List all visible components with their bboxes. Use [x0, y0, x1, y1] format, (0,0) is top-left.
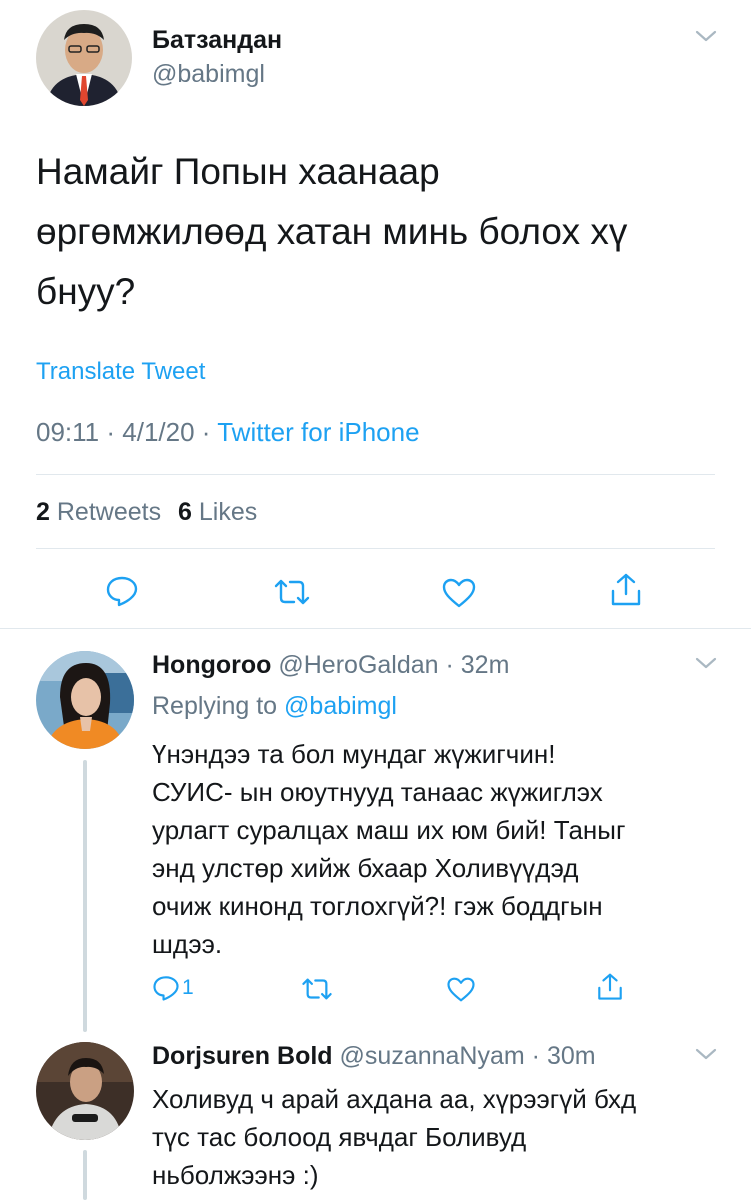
reply-text-line: урлагт суралцах маш их юм бий! Таныг	[152, 815, 626, 845]
thread-line	[83, 1150, 87, 1200]
reply-author-handle[interactable]: @suzannaNyam	[340, 1042, 525, 1070]
tweet-text-line: бнуу?	[36, 271, 136, 312]
reply-text: Холивуд ч арай ахдана аа, хүрээгүй бхд т…	[152, 1080, 636, 1194]
tweet-source-link[interactable]: Twitter for iPhone	[217, 417, 419, 447]
chevron-down-icon[interactable]	[694, 655, 718, 676]
avatar-image	[36, 1042, 134, 1140]
like-label: Likes	[198, 498, 258, 526]
tweet-text: Намайг Попын хаанаар өргөмжилөөд хатан м…	[36, 142, 627, 322]
reply-text-line: Холивуд ч арай ахдана аа, хүрээгүй бхд	[152, 1084, 637, 1114]
like-count: 6	[178, 498, 192, 526]
reply-count: 1	[182, 976, 194, 999]
like-icon	[442, 578, 476, 608]
author-avatar[interactable]	[36, 10, 132, 106]
share-button[interactable]	[609, 572, 643, 608]
reply-author-name[interactable]: Dorjsuren Bold	[152, 1042, 333, 1070]
reply-icon	[106, 576, 138, 607]
retweet-label: Retweets	[56, 498, 162, 526]
like-button[interactable]	[446, 976, 476, 1003]
like-stat[interactable]: 6 Likes	[178, 498, 257, 526]
reply-text-line: түс тас болоод явчдаг Боливуд	[152, 1122, 527, 1152]
reply-text: Үнэндээ та бол мундаг жүжигчин! СУИС- ын…	[152, 735, 625, 963]
reply-header: Dorjsuren Bold @suzannaNyam · 30m	[152, 1042, 596, 1070]
tweet-stats: 2 Retweets 6 Likes	[36, 498, 257, 527]
author-handle[interactable]: @babimgl	[152, 60, 265, 89]
reply-avatar[interactable]	[36, 651, 134, 749]
divider	[36, 474, 715, 475]
reply-button[interactable]: 1	[152, 974, 194, 1002]
reply-header: Hongoroo @HeroGaldan · 32m	[152, 651, 510, 679]
chevron-down-icon[interactable]	[694, 28, 718, 49]
reply-text-line: очиж кинонд тоглохгүй?! гэж боддгын	[152, 891, 603, 921]
reply-text-line: шдээ.	[152, 929, 223, 959]
replying-to: Replying to @babimgl	[152, 692, 397, 721]
retweet-count: 2	[36, 498, 50, 526]
reply-author-name[interactable]: Hongoroo	[152, 651, 271, 679]
thread-line	[83, 760, 87, 1032]
share-icon	[598, 973, 622, 1000]
like-button[interactable]	[441, 577, 477, 609]
tweet-meta: 09:11 · 4/1/20 · Twitter for iPhone	[36, 417, 420, 447]
share-icon	[611, 573, 641, 606]
reply-text-line: энд улстөр хийж бхаар Холивүүдэд	[152, 853, 579, 883]
reply-text-line: СУИС- ын оюутнууд танаас жүжиглэх	[152, 777, 603, 807]
retweet-button[interactable]	[300, 975, 334, 1003]
reply-author-handle[interactable]: @HeroGaldan	[278, 651, 438, 679]
tweet-time: 09:11	[36, 417, 100, 447]
reply-button[interactable]	[105, 574, 139, 608]
share-button[interactable]	[596, 972, 624, 1002]
reply-text-line: ньболжээнэ :)	[152, 1160, 319, 1190]
reply-text-line: Үнэндээ та бол мундаг жүжигчин!	[152, 739, 556, 769]
avatar-image	[36, 651, 134, 749]
like-icon	[447, 977, 475, 1002]
retweet-icon	[302, 978, 332, 1000]
tweet-text-line: Намайг Попын хаанаар	[36, 151, 440, 192]
tweet-text-line: өргөмжилөөд хатан минь болох хү	[36, 211, 628, 252]
translate-link[interactable]: Translate Tweet	[36, 358, 205, 386]
divider	[0, 628, 751, 629]
reply-avatar[interactable]	[36, 1042, 134, 1140]
reply-icon	[153, 976, 179, 1001]
retweet-stat[interactable]: 2 Retweets	[36, 498, 168, 526]
chevron-down-icon[interactable]	[694, 1046, 718, 1067]
avatar-image	[36, 10, 132, 106]
tweet-date: 4/1/20	[122, 417, 195, 447]
retweet-icon	[274, 579, 310, 605]
replying-to-handle[interactable]: @babimgl	[284, 692, 397, 720]
reply-time: 32m	[460, 651, 510, 679]
reply-time: 30m	[546, 1042, 596, 1070]
replying-to-label: Replying to	[152, 692, 278, 720]
divider	[36, 548, 715, 549]
author-name[interactable]: Батзандан	[152, 26, 282, 55]
retweet-button[interactable]	[272, 576, 312, 608]
